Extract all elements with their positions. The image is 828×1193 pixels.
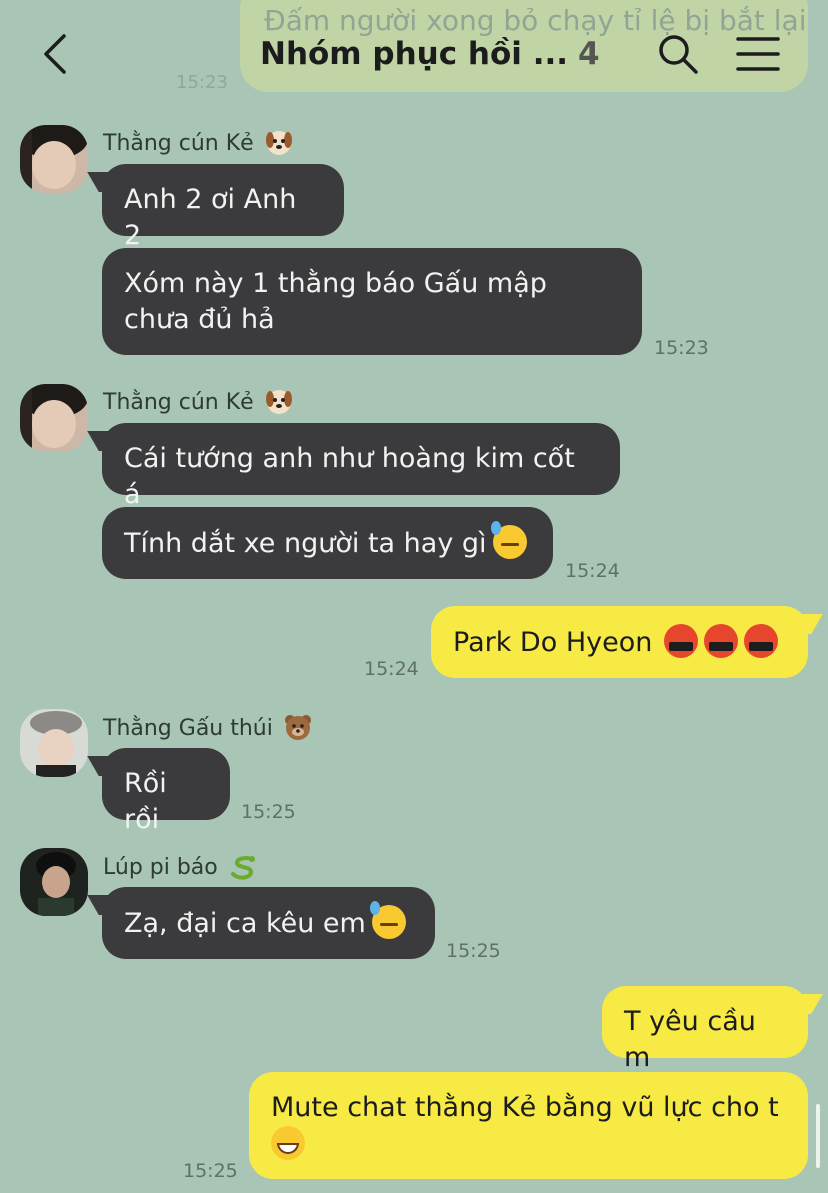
message-bubble-outgoing[interactable]: T yêu cầu m bbox=[602, 986, 808, 1073]
member-count: 4 bbox=[578, 36, 600, 72]
message-time: 15:24 bbox=[565, 560, 620, 582]
chevron-left-icon bbox=[44, 34, 66, 74]
message-bubble-outgoing[interactable]: Park Do Hyeon bbox=[431, 606, 808, 678]
chat-title[interactable]: Nhóm phục hồi ... 4 bbox=[260, 36, 600, 72]
avatar-photo bbox=[20, 709, 88, 777]
sender-name-text: Thằng cún Kẻ bbox=[103, 131, 254, 156]
message-text: Tính dắt xe người ta hay gì bbox=[124, 528, 487, 559]
dog-face-emoji bbox=[265, 390, 292, 414]
message-text: Xóm này 1 thằng báo Gấu mập chưa đủ hả bbox=[124, 268, 547, 335]
message-bubble-outgoing[interactable]: Mute chat thằng Kẻ bằng vũ lực cho t bbox=[249, 1072, 808, 1179]
snake-emoji bbox=[230, 856, 255, 880]
sender-name: Thằng cún Kẻ bbox=[103, 128, 293, 156]
sender-name: Lúp pi báo bbox=[103, 852, 257, 880]
message-bubble[interactable]: Xóm này 1 thằng báo Gấu mập chưa đủ hả bbox=[102, 248, 642, 355]
message-bubble[interactable]: Anh 2 ơi Anh 2 bbox=[102, 164, 344, 251]
message-time: 15:23 bbox=[654, 337, 709, 359]
sender-name-text: Lúp pi báo bbox=[103, 855, 218, 880]
message-bubble[interactable]: Zạ, đại ca kêu em bbox=[102, 887, 435, 959]
message-text: Park Do Hyeon bbox=[453, 627, 653, 658]
sender-name: Thằng Gấu thúi bbox=[103, 713, 312, 741]
message-bubble[interactable]: Rồi rồi bbox=[102, 748, 230, 835]
menu-button[interactable] bbox=[736, 36, 780, 72]
sender-name-text: Thằng cún Kẻ bbox=[103, 390, 254, 415]
avatar-thang-cun-ke[interactable] bbox=[20, 125, 88, 193]
avatar-lup-pi-bao[interactable] bbox=[20, 848, 88, 916]
bear-face-emoji bbox=[284, 715, 311, 740]
avatar-photo bbox=[20, 125, 88, 193]
avatar-thang-cun-ke[interactable] bbox=[20, 384, 88, 452]
cursing-face-emoji bbox=[664, 624, 699, 658]
downcast-sweat-emoji bbox=[369, 901, 406, 939]
message-text: Zạ, đại ca kêu em bbox=[124, 908, 366, 939]
message-time: 15:25 bbox=[241, 801, 296, 823]
message-text: T yêu cầu m bbox=[624, 1006, 756, 1073]
avatar-thang-gau-thui[interactable] bbox=[20, 709, 88, 777]
cursing-face-emoji bbox=[744, 624, 779, 658]
message-text: Anh 2 ơi Anh 2 bbox=[124, 184, 297, 251]
search-icon bbox=[659, 35, 698, 74]
message-time: 15:25 bbox=[446, 940, 501, 962]
dog-face-emoji bbox=[265, 131, 292, 155]
back-button[interactable] bbox=[34, 32, 78, 76]
search-button[interactable] bbox=[656, 32, 700, 76]
cursing-face-emoji bbox=[704, 624, 739, 658]
hamburger-menu-icon bbox=[736, 37, 780, 71]
message-time: 15:25 bbox=[183, 1160, 238, 1182]
message-text: Rồi rồi bbox=[124, 768, 167, 835]
sender-name-text: Thằng Gấu thúi bbox=[103, 716, 273, 741]
avatar-photo bbox=[20, 848, 88, 916]
scrollbar-thumb[interactable] bbox=[816, 1104, 820, 1168]
avatar-photo bbox=[20, 384, 88, 452]
chat-title-text: Nhóm phục hồi ... bbox=[260, 36, 569, 72]
grinning-face-emoji bbox=[271, 1126, 305, 1160]
downcast-sweat-emoji bbox=[490, 521, 527, 559]
message-bubble[interactable]: Tính dắt xe người ta hay gì bbox=[102, 507, 553, 579]
message-text: Cái tướng anh như hoàng kim cốt á bbox=[124, 443, 575, 510]
message-bubble[interactable]: Cái tướng anh như hoàng kim cốt á bbox=[102, 423, 620, 510]
message-time: 15:24 bbox=[364, 658, 419, 680]
sender-name: Thằng cún Kẻ bbox=[103, 387, 293, 415]
message-text: Mute chat thằng Kẻ bằng vũ lực cho t bbox=[271, 1092, 779, 1123]
